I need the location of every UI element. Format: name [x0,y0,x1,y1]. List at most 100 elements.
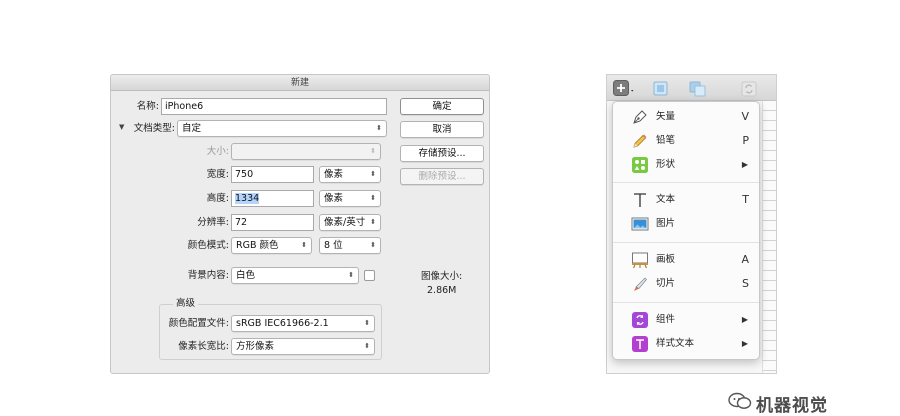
width-label: 宽度: [206,169,229,180]
image-size-label: 图像大小: [421,271,463,282]
bit-depth-value: 8 位 [324,240,343,251]
dialog-title: 新建 [111,75,489,91]
menu-item-symbol[interactable]: 组件 ▶ [613,308,759,332]
height-input[interactable]: 1334 [231,190,314,207]
menu-item-label: 图片 [656,218,676,229]
bit-depth-select[interactable]: 8 位 ⬍ [319,237,381,254]
shape-icon [631,156,649,174]
image-icon [631,215,649,233]
preset-select[interactable]: 自定 ⬍ [177,120,387,137]
submenu-arrow-icon: ▶ [741,160,748,169]
menu-item-image[interactable]: 图片 [613,212,759,236]
vector-pen-icon [631,108,649,126]
shortcut-key: V [741,110,749,123]
menu-item-text-style[interactable]: 样式文本 ▶ [613,332,759,356]
preset-label: 文档类型: [133,123,175,134]
pencil-icon [631,132,649,150]
menu-item-label: 文本 [656,194,676,205]
menu-item-label: 形状 [656,159,676,170]
chevron-updown-icon: ⬍ [370,170,376,178]
height-unit-select[interactable]: 像素 ⬍ [319,190,381,207]
width-input[interactable]: 750 [231,166,314,183]
name-input[interactable]: iPhone6 [161,98,387,115]
shortcut-key: A [741,253,749,266]
height-label: 高度: [206,193,229,204]
vertical-ruler [762,101,776,373]
size-label: 大小: [206,146,229,157]
color-profile-label: 颜色配置文件: [168,318,229,329]
pixel-aspect-value: 方形像素 [236,341,275,352]
chevron-updown-icon: ⬍ [370,147,376,155]
height-unit-value: 像素 [324,193,344,204]
color-mode-value: RGB 颜色 [236,240,279,251]
menu-separator [613,242,759,243]
menu-item-pencil[interactable]: 铅笔 P [613,129,759,153]
menu-separator [613,302,759,303]
watermark-text: 机器视觉 [756,396,828,416]
insert-plus-icon[interactable] [613,80,635,99]
size-select[interactable]: ⬍ [231,143,381,160]
delete-preset-button[interactable]: 删除预设... [400,168,484,185]
symbol-icon [631,311,649,329]
menu-item-label: 切片 [656,278,676,289]
sync-icon[interactable] [741,81,757,100]
save-preset-button[interactable]: 存储预设... [400,145,484,162]
shortcut-key: S [742,277,749,290]
color-profile-select[interactable]: sRGB IEC61966-2.1 ⬍ [231,315,375,332]
group-layers-icon[interactable] [653,81,669,100]
name-label: 名称: [136,101,159,112]
shortcut-key: P [742,134,749,147]
color-mode-label: 颜色模式: [187,240,229,251]
resolution-unit-select[interactable]: 像素/英寸 ⬍ [319,214,381,231]
menu-item-artboard[interactable]: 画板 A [613,248,759,272]
text-icon [631,191,649,209]
wechat-logo-icon [728,391,752,414]
chevron-updown-icon: ⬍ [370,194,376,202]
width-unit-select[interactable]: 像素 ⬍ [319,166,381,183]
preset-value: 自定 [182,123,202,134]
submenu-arrow-icon: ▶ [741,339,748,348]
menu-item-label: 组件 [656,314,676,325]
menu-item-shape[interactable]: 形状 ▶ [613,153,759,177]
chevron-updown-icon: ⬍ [364,342,370,350]
background-select[interactable]: 白色 ⬍ [231,267,359,284]
ungroup-layers-icon[interactable] [689,81,707,100]
slice-knife-icon [631,275,649,293]
image-size-value: 2.86M [427,285,457,296]
chevron-updown-icon: ⬍ [370,241,376,249]
collapse-triangle-icon[interactable]: ▼ [119,123,124,131]
advanced-title: 高级 [173,298,199,310]
menu-item-label: 样式文本 [656,338,695,349]
height-value-selected: 1334 [235,193,260,204]
artboard-icon [631,251,649,269]
ok-button[interactable]: 确定 [400,98,484,115]
chevron-updown-icon: ⬍ [376,124,382,132]
resolution-input[interactable]: 72 [231,214,314,231]
menu-item-label: 铅笔 [656,135,676,146]
chevron-updown-icon: ⬍ [301,241,307,249]
new-document-dialog: 新建 名称: iPhone6 ▼ 文档类型: 自定 ⬍ 大小: ⬍ 宽度: 75… [110,74,490,374]
submenu-arrow-icon: ▶ [741,315,748,324]
menu-item-text[interactable]: 文本 T [613,188,759,212]
background-label: 背景内容: [187,270,229,281]
text-style-icon [631,335,649,353]
chevron-updown-icon: ⬍ [370,218,376,226]
width-unit-value: 像素 [324,169,344,180]
menu-item-vector[interactable]: 矢量 V [613,105,759,129]
color-mode-select[interactable]: RGB 颜色 ⬍ [231,237,312,254]
insert-menu: 矢量 V 铅笔 P 形状 ▶ 文本 T 图片 画板 A 切片 S 组件 ▶ 样式… [612,101,760,360]
menu-item-slice[interactable]: 切片 S [613,272,759,296]
chevron-updown-icon: ⬍ [364,319,370,327]
cancel-button[interactable]: 取消 [400,121,484,138]
resolution-label: 分辨率: [197,217,229,228]
pixel-aspect-select[interactable]: 方形像素 ⬍ [231,338,375,355]
pixel-aspect-label: 像素长宽比: [178,341,229,352]
menu-separator [613,182,759,183]
menu-item-label: 矢量 [656,111,676,122]
menu-item-label: 画板 [656,254,676,265]
resolution-unit-value: 像素/英寸 [324,217,366,228]
background-color-swatch[interactable] [364,270,375,281]
background-value: 白色 [236,270,256,281]
color-profile-value: sRGB IEC61966-2.1 [236,318,329,329]
toolbar [607,75,776,101]
